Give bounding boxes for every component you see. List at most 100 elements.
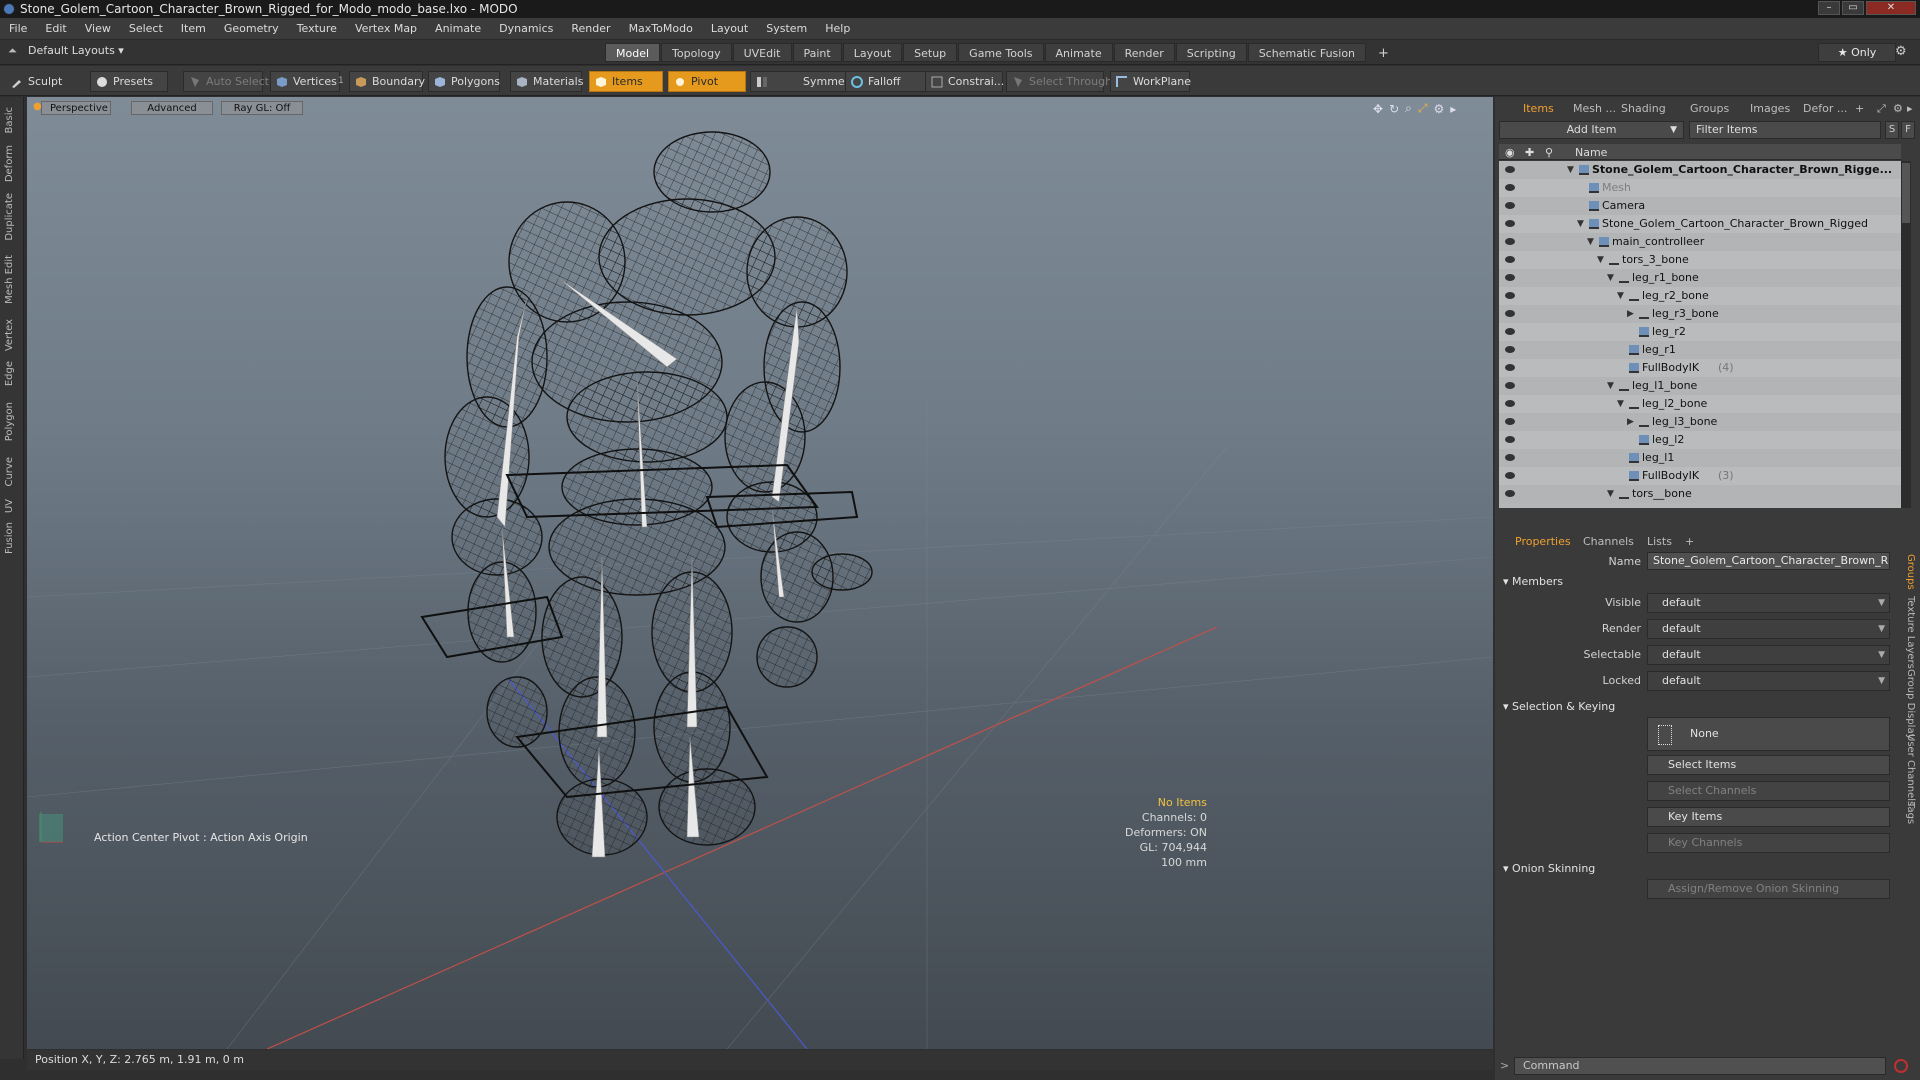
- expand-arrow-icon[interactable]: ▼: [1587, 233, 1594, 251]
- left-tab-deform[interactable]: Deform: [4, 145, 15, 182]
- selectable-dropdown[interactable]: default ▼: [1647, 645, 1890, 665]
- visibility-eye-icon[interactable]: [1505, 184, 1515, 191]
- left-tab-polygon[interactable]: Polygon: [4, 402, 15, 441]
- visibility-eye-icon[interactable]: [1505, 382, 1515, 389]
- lock-header-icon[interactable]: ✚: [1525, 146, 1534, 159]
- command-expand-icon[interactable]: >: [1500, 1059, 1509, 1072]
- tree-row[interactable]: ▼ leg_l2_bone: [1499, 395, 1901, 413]
- tree-row[interactable]: ▼ leg_l1_bone: [1499, 377, 1901, 395]
- maximize-button[interactable]: ▭: [1842, 1, 1864, 15]
- expand-arrow-icon[interactable]: ▶: [1627, 305, 1634, 323]
- left-tab-curve[interactable]: Curve: [4, 457, 15, 487]
- select-items-button[interactable]: Select Items: [1647, 755, 1890, 775]
- panel-menu-icon[interactable]: ▸: [1907, 102, 1913, 115]
- visibility-eye-icon[interactable]: [1505, 274, 1515, 281]
- tree-scroll-thumb[interactable]: [1902, 163, 1910, 223]
- polygons-button[interactable]: Polygons: [428, 71, 500, 92]
- minimize-button[interactable]: –: [1818, 1, 1840, 15]
- tab-game-tools[interactable]: Game Tools: [958, 43, 1044, 62]
- menu-animate[interactable]: Animate: [426, 18, 490, 40]
- sculpt-button[interactable]: Sculpt: [5, 71, 67, 92]
- visibility-eye-icon[interactable]: [1505, 400, 1515, 407]
- left-tab-uv[interactable]: UV: [4, 499, 15, 513]
- tree-row[interactable]: ▶ leg_r3_bone: [1499, 305, 1901, 323]
- left-tab-vertex[interactable]: Vertex: [4, 319, 15, 351]
- menu-file[interactable]: File: [0, 18, 36, 40]
- tab-scripting[interactable]: Scripting: [1175, 43, 1247, 62]
- tab-layout[interactable]: Layout: [842, 43, 903, 62]
- selection-keying-section[interactable]: ▾ Selection & Keying: [1503, 700, 1615, 713]
- menu-item[interactable]: Item: [172, 18, 215, 40]
- menu-texture[interactable]: Texture: [288, 18, 346, 40]
- panel-gear-icon[interactable]: ⚙: [1893, 102, 1903, 115]
- command-input[interactable]: Command: [1514, 1057, 1886, 1075]
- visibility-eye-icon[interactable]: [1505, 328, 1515, 335]
- tree-row[interactable]: ▼ tors_3_bone: [1499, 251, 1901, 269]
- filter-items-input[interactable]: Filter Items: [1689, 121, 1881, 139]
- left-tab-duplicate[interactable]: Duplicate: [4, 193, 15, 241]
- close-button[interactable]: ✕: [1866, 1, 1916, 15]
- visibility-eye-icon[interactable]: [1505, 202, 1515, 209]
- tree-row[interactable]: FullBodyIK (4): [1499, 359, 1901, 377]
- tab-setup[interactable]: Setup: [903, 43, 958, 62]
- left-tab-mesh-edit[interactable]: Mesh Edit: [4, 255, 15, 304]
- tree-row[interactable]: ▼ leg_r1_bone: [1499, 269, 1901, 287]
- visibility-eye-icon[interactable]: [1505, 454, 1515, 461]
- expand-icon[interactable]: ⏶: [8, 44, 17, 58]
- visibility-eye-icon[interactable]: [1505, 472, 1515, 479]
- tab-items[interactable]: Items: [1523, 102, 1554, 115]
- tab-topology[interactable]: Topology: [661, 43, 732, 62]
- menu-help[interactable]: Help: [816, 18, 859, 40]
- add-tab-button[interactable]: +: [1367, 43, 1400, 62]
- presets-button[interactable]: Presets: [90, 71, 168, 92]
- tree-row[interactable]: ▼ main_controlleer: [1499, 233, 1901, 251]
- menu-render[interactable]: Render: [562, 18, 619, 40]
- tab-channels[interactable]: Channels: [1583, 535, 1634, 548]
- right-tab-group-display[interactable]: Group Display: [1905, 669, 1916, 739]
- tree-row[interactable]: leg_l2: [1499, 431, 1901, 449]
- only-toggle[interactable]: ★ Only: [1818, 43, 1896, 62]
- render-header-icon[interactable]: ⚲: [1545, 146, 1553, 159]
- left-tab-fusion[interactable]: Fusion: [4, 522, 15, 554]
- expand-arrow-icon[interactable]: ▼: [1567, 161, 1574, 179]
- onion-skinning-section[interactable]: ▾ Onion Skinning: [1503, 862, 1595, 875]
- visible-dropdown[interactable]: default ▼: [1647, 593, 1890, 613]
- expand-arrow-icon[interactable]: ▼: [1617, 395, 1624, 413]
- tree-row[interactable]: ▼ tors__bone: [1499, 485, 1901, 503]
- tree-row[interactable]: Camera: [1499, 197, 1901, 215]
- layout-selector[interactable]: Default Layouts ▾: [28, 44, 124, 57]
- tree-row[interactable]: ▼ leg_r2_bone: [1499, 287, 1901, 305]
- add-item-button[interactable]: Add Item ▼: [1499, 121, 1684, 139]
- assign-onion-button[interactable]: Assign/Remove Onion Skinning: [1647, 879, 1890, 899]
- tree-row[interactable]: Mesh: [1499, 179, 1901, 197]
- tab-render[interactable]: Render: [1113, 43, 1175, 62]
- tree-row[interactable]: leg_l1: [1499, 449, 1901, 467]
- tree-row[interactable]: ▼ Stone_Golem_Cartoon_Character_Brown_Rig…: [1499, 161, 1901, 179]
- menu-geometry[interactable]: Geometry: [215, 18, 288, 40]
- select-through-button[interactable]: Select Through: [1006, 71, 1112, 92]
- filter-s-button[interactable]: S: [1885, 121, 1899, 139]
- menu-vertex-map[interactable]: Vertex Map: [346, 18, 426, 40]
- menu-system[interactable]: System: [757, 18, 816, 40]
- tree-row[interactable]: leg_r2: [1499, 323, 1901, 341]
- members-section[interactable]: ▾ Members: [1503, 575, 1563, 588]
- visibility-eye-icon[interactable]: [1505, 418, 1515, 425]
- tab-lists[interactable]: Lists: [1647, 535, 1672, 548]
- name-column-header[interactable]: Name: [1575, 146, 1607, 159]
- visibility-eye-icon[interactable]: [1505, 238, 1515, 245]
- key-items-button[interactable]: Key Items: [1647, 807, 1890, 827]
- expand-arrow-icon[interactable]: ▼: [1617, 287, 1624, 305]
- locked-dropdown[interactable]: default ▼: [1647, 671, 1890, 691]
- expand-arrow-icon[interactable]: ▼: [1607, 485, 1614, 503]
- name-field[interactable]: Stone_Golem_Cartoon_Character_Brown_Rigg…: [1647, 552, 1890, 570]
- tree-row[interactable]: ▶ leg_l3_bone: [1499, 413, 1901, 431]
- left-tab-edge[interactable]: Edge: [4, 361, 15, 386]
- visibility-header-icon[interactable]: ◉: [1505, 146, 1515, 159]
- filter-f-button[interactable]: F: [1901, 121, 1915, 139]
- right-tab-user-channels[interactable]: User Channels: [1905, 734, 1916, 806]
- vertices-button[interactable]: Vertices: [270, 71, 340, 92]
- right-tab-texture-layers[interactable]: Texture Layers: [1905, 596, 1916, 669]
- tab-animate[interactable]: Animate: [1044, 43, 1113, 62]
- tab-deformers[interactable]: Defor ...: [1803, 102, 1847, 115]
- none-selection-button[interactable]: None: [1647, 717, 1890, 751]
